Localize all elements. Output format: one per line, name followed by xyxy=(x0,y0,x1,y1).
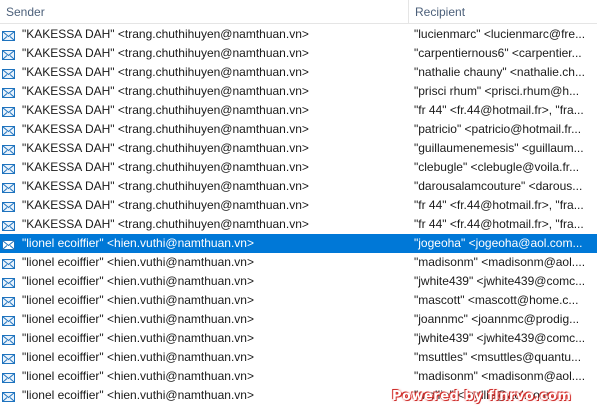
message-row[interactable]: "lionel ecoiffier" <hien.vuthi@namthuan.… xyxy=(0,234,597,253)
message-row[interactable]: "lionel ecoiffier" <hien.vuthi@namthuan.… xyxy=(0,272,597,291)
recipient-cell: "jwhite439" <jwhite439@comc... xyxy=(414,274,586,288)
message-row[interactable]: "KAKESSA DAH" <trang.chuthihuyen@namthua… xyxy=(0,158,597,177)
sender-cell: "lionel ecoiffier" <hien.vuthi@namthuan.… xyxy=(22,331,254,345)
recipient-cell: "mascott" <mascott@home.c... xyxy=(414,293,579,307)
message-row[interactable]: "lionel ecoiffier" <hien.vuthi@namthuan.… xyxy=(0,291,597,310)
message-row[interactable]: "lionel ecoiffier" <hien.vuthi@namthuan.… xyxy=(0,310,597,329)
envelope-icon xyxy=(2,313,15,326)
envelope-icon xyxy=(2,332,15,345)
recipient-cell: "patricio" <patricio@hotmail.fr... xyxy=(414,122,582,136)
column-header-recipient[interactable]: Recipient xyxy=(408,0,597,24)
envelope-icon xyxy=(2,142,15,155)
envelope-icon xyxy=(2,294,15,307)
envelope-icon xyxy=(2,180,15,193)
recipient-cell: "fr 44" <fr.44@hotmail.fr>, "fra... xyxy=(414,103,584,117)
message-row[interactable]: "KAKESSA DAH" <trang.chuthihuyen@namthua… xyxy=(0,82,597,101)
message-row[interactable]: "KAKESSA DAH" <trang.chuthihuyen@namthua… xyxy=(0,196,597,215)
sender-cell: "KAKESSA DAH" <trang.chuthihuyen@namthua… xyxy=(22,46,309,60)
sender-cell: "lionel ecoiffier" <hien.vuthi@namthuan.… xyxy=(22,350,254,364)
recipient-cell: "prisci rhum" <prisci.rhum@h... xyxy=(414,84,580,98)
envelope-icon xyxy=(2,85,15,98)
message-row[interactable]: "KAKESSA DAH" <trang.chuthihuyen@namthua… xyxy=(0,44,597,63)
envelope-icon xyxy=(2,256,15,269)
envelope-icon xyxy=(2,218,15,231)
sender-cell: "lionel ecoiffier" <hien.vuthi@namthuan.… xyxy=(22,293,254,307)
sender-cell: "KAKESSA DAH" <trang.chuthihuyen@namthua… xyxy=(22,179,309,193)
sender-cell: "KAKESSA DAH" <trang.chuthihuyen@namthua… xyxy=(22,65,309,79)
envelope-icon xyxy=(2,370,15,383)
recipient-cell: "lucienmarc" <lucienmarc@fre... xyxy=(414,27,586,41)
recipient-cell: "madisonm" <madisonm@aol.... xyxy=(414,255,586,269)
sender-cell: "KAKESSA DAH" <trang.chuthihuyen@namthua… xyxy=(22,103,309,117)
sender-cell: "lionel ecoiffier" <hien.vuthi@namthuan.… xyxy=(22,369,254,383)
envelope-icon xyxy=(2,47,15,60)
sender-cell: "lionel ecoiffier" <hien.vuthi@namthuan.… xyxy=(22,274,254,288)
message-row[interactable]: "lionel ecoiffier" <hien.vuthi@namthuan.… xyxy=(0,253,597,272)
message-row[interactable]: "KAKESSA DAH" <trang.chuthihuyen@namthua… xyxy=(0,101,597,120)
envelope-icon xyxy=(2,104,15,117)
sender-cell: "KAKESSA DAH" <trang.chuthihuyen@namthua… xyxy=(22,160,309,174)
recipient-cell: "fr 44" <fr.44@hotmail.fr>, "fra... xyxy=(414,198,584,212)
recipient-cell: "darousalamcouture" <darous... xyxy=(414,179,583,193)
envelope-icon xyxy=(2,275,15,288)
envelope-icon xyxy=(2,389,15,402)
message-row[interactable]: "KAKESSA DAH" <trang.chuthihuyen@namthua… xyxy=(0,120,597,139)
message-row[interactable]: "lionel ecoiffier" <hien.vuthi@namthuan.… xyxy=(0,348,597,367)
recipient-cell: "carpentiernous6" <carpentier... xyxy=(414,46,582,60)
recipient-cell: "jwhite439" <jwhite439@comc... xyxy=(414,331,586,345)
envelope-icon xyxy=(2,199,15,212)
message-row[interactable]: "lionel ecoiffier" <hien.vuthi@namthuan.… xyxy=(0,367,597,386)
column-header-sender[interactable]: Sender xyxy=(0,0,408,24)
message-row[interactable]: "KAKESSA DAH" <trang.chuthihuyen@namthua… xyxy=(0,139,597,158)
message-row[interactable]: "KAKESSA DAH" <trang.chuthihuyen@namthua… xyxy=(0,215,597,234)
message-row[interactable]: "lionel ecoiffier" <hien.vuthi@namthuan.… xyxy=(0,329,597,348)
sender-cell: "KAKESSA DAH" <trang.chuthihuyen@namthua… xyxy=(22,198,309,212)
sender-cell: "KAKESSA DAH" <trang.chuthihuyen@namthua… xyxy=(22,122,309,136)
envelope-icon xyxy=(2,161,15,174)
sender-cell: "KAKESSA DAH" <trang.chuthihuyen@namthua… xyxy=(22,27,309,41)
message-row[interactable]: "KAKESSA DAH" <trang.chuthihuyen@namthua… xyxy=(0,25,597,44)
recipient-cell: "nathalie chauny" <nathalie.ch... xyxy=(414,65,585,79)
list-header: Sender Recipient xyxy=(0,0,597,24)
watermark: Powered by flnrvo.com xyxy=(392,389,572,404)
recipient-cell: "joannmc" <joannmc@prodig... xyxy=(414,312,580,326)
recipient-cell: "clebugle" <clebugle@voila.fr... xyxy=(414,160,580,174)
sender-cell: "lionel ecoiffier" <hien.vuthi@namthuan.… xyxy=(22,388,254,402)
envelope-icon xyxy=(2,66,15,79)
recipient-cell: "fr 44" <fr.44@hotmail.fr>, "fra... xyxy=(414,217,584,231)
message-row[interactable]: "KAKESSA DAH" <trang.chuthihuyen@namthua… xyxy=(0,63,597,82)
sender-cell: "lionel ecoiffier" <hien.vuthi@namthuan.… xyxy=(22,255,254,269)
envelope-icon xyxy=(2,123,15,136)
recipient-cell: "madisonm" <madisonm@aol.... xyxy=(414,369,586,383)
sender-cell: "lionel ecoiffier" <hien.vuthi@namthuan.… xyxy=(22,236,254,250)
sender-cell: "lionel ecoiffier" <hien.vuthi@namthuan.… xyxy=(22,312,254,326)
sender-cell: "KAKESSA DAH" <trang.chuthihuyen@namthua… xyxy=(22,217,309,231)
envelope-icon xyxy=(2,237,15,250)
recipient-cell: "guillaumenemesis" <guillaum... xyxy=(414,141,584,155)
recipient-cell: "jogeoha" <jogeoha@aol.com... xyxy=(414,236,583,250)
envelope-icon xyxy=(2,351,15,364)
message-list: "KAKESSA DAH" <trang.chuthihuyen@namthua… xyxy=(0,25,597,405)
message-row[interactable]: "KAKESSA DAH" <trang.chuthihuyen@namthua… xyxy=(0,177,597,196)
recipient-cell: "msuttles" <msuttles@quantu... xyxy=(414,350,582,364)
envelope-icon xyxy=(2,28,15,41)
sender-cell: "KAKESSA DAH" <trang.chuthihuyen@namthua… xyxy=(22,84,309,98)
sender-cell: "KAKESSA DAH" <trang.chuthihuyen@namthua… xyxy=(22,141,309,155)
